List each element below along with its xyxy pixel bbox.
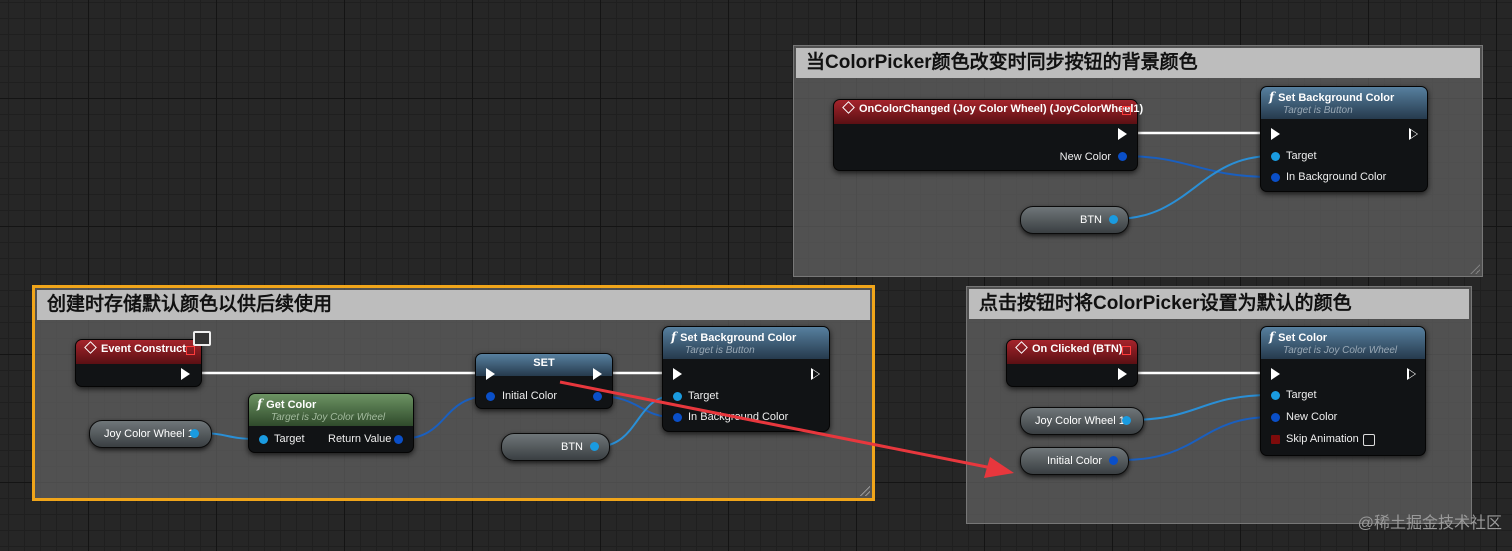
initial-color-pin[interactable] (486, 392, 495, 401)
event-icon (84, 341, 97, 354)
exec-in-pin[interactable] (1271, 128, 1280, 140)
new-color-label: New Color (1059, 151, 1111, 163)
background-color-label: In Background Color (1286, 171, 1387, 183)
target-label: Target (1286, 150, 1317, 162)
node-title: Set Background Color (1278, 92, 1395, 104)
exec-out-pin[interactable] (1118, 368, 1127, 380)
wheel-out-pin[interactable] (1122, 416, 1131, 425)
node-title: Get Color (266, 399, 317, 411)
resize-handle[interactable] (1470, 264, 1480, 274)
joy-color-wheel-variable-right[interactable]: Joy Color Wheel 1 (1020, 407, 1144, 435)
target-label: Target (688, 390, 719, 402)
background-color-pin[interactable] (1271, 173, 1280, 182)
initial-color-label: Initial Color (502, 390, 558, 402)
joy-color-wheel-variable-left[interactable]: Joy Color Wheel 1 (89, 420, 212, 448)
exec-out-pin[interactable] (593, 368, 602, 380)
initial-color-out-pin[interactable] (593, 392, 602, 401)
function-icon: f (257, 397, 263, 411)
return-value-label: Return Value (328, 433, 392, 445)
btn-out-pin[interactable] (1109, 215, 1118, 224)
node-subtitle: Target is Button (685, 345, 755, 356)
comment-title[interactable]: 点击按钮时将ColorPicker设置为默认的颜色 (969, 289, 1469, 319)
on-clicked-node[interactable]: On Clicked (BTN) (1006, 339, 1138, 387)
target-pin[interactable] (1271, 391, 1280, 400)
new-color-label: New Color (1286, 411, 1338, 423)
comment-title[interactable]: 创建时存储默认颜色以供后续使用 (37, 290, 870, 320)
comment-title[interactable]: 当ColorPicker颜色改变时同步按钮的背景颜色 (796, 48, 1480, 78)
skip-animation-label: Skip Animation (1286, 433, 1359, 445)
monitor-icon (193, 331, 211, 346)
node-title: SET (533, 357, 555, 369)
btn-out-pin[interactable] (590, 442, 599, 451)
variable-label: Joy Color Wheel 1 (104, 428, 194, 440)
delegate-pin[interactable] (186, 346, 195, 355)
node-subtitle: Target is Joy Color Wheel (1283, 345, 1398, 356)
initial-color-out-pin[interactable] (1109, 456, 1118, 465)
skip-animation-pin[interactable] (1271, 435, 1280, 444)
variable-label: BTN (561, 441, 583, 453)
target-label: Target (1286, 389, 1317, 401)
target-pin[interactable] (1271, 152, 1280, 161)
variable-label: Initial Color (1047, 455, 1103, 467)
function-icon: f (1269, 90, 1275, 104)
delegate-pin[interactable] (1122, 106, 1131, 115)
get-color-node[interactable]: f Get Color Target is Joy Color Wheel Targ… (248, 393, 414, 453)
exec-out-pin[interactable] (1407, 368, 1416, 380)
skip-animation-checkbox[interactable] (1363, 434, 1375, 446)
node-title: On Clicked (BTN) (1032, 343, 1123, 355)
event-icon (842, 101, 855, 114)
target-pin[interactable] (673, 392, 682, 401)
set-background-color-node-left[interactable]: f Set Background Color Target is Button Ta… (662, 326, 830, 432)
return-value-pin[interactable] (394, 435, 403, 444)
event-icon (1015, 341, 1028, 354)
new-color-pin[interactable] (1118, 152, 1127, 161)
btn-variable-top[interactable]: BTN (1020, 206, 1129, 234)
resize-handle[interactable] (860, 486, 870, 496)
set-background-color-node-top[interactable]: f Set Background Color Target is Button Ta… (1260, 86, 1428, 192)
exec-out-pin[interactable] (811, 368, 820, 380)
node-title: Set Color (1278, 332, 1328, 344)
exec-out-pin[interactable] (181, 368, 190, 380)
variable-label: Joy Color Wheel 1 (1035, 415, 1125, 427)
background-color-pin[interactable] (673, 413, 682, 422)
background-color-label: In Background Color (688, 411, 789, 423)
exec-in-pin[interactable] (486, 368, 495, 380)
initial-color-variable[interactable]: Initial Color (1020, 447, 1129, 475)
btn-variable-left[interactable]: BTN (501, 433, 610, 461)
node-subtitle: Target is Button (1283, 105, 1353, 116)
on-color-changed-node[interactable]: OnColorChanged (Joy Color Wheel) (JoyCol… (833, 99, 1143, 171)
delegate-pin[interactable] (1122, 346, 1131, 355)
exec-in-pin[interactable] (1271, 368, 1280, 380)
set-color-node[interactable]: f Set Color Target is Joy Color Wheel Targ… (1260, 326, 1426, 456)
set-variable-node[interactable]: SET Initial Color (475, 353, 613, 409)
target-pin[interactable] (259, 435, 268, 444)
new-color-pin[interactable] (1271, 413, 1280, 422)
function-icon: f (671, 330, 677, 344)
function-icon: f (1269, 330, 1275, 344)
node-title: OnColorChanged (Joy Color Wheel) (JoyCol… (859, 103, 1144, 115)
exec-out-pin[interactable] (1409, 128, 1418, 140)
exec-in-pin[interactable] (673, 368, 682, 380)
node-title: Set Background Color (680, 332, 797, 344)
target-label: Target (274, 433, 305, 445)
node-subtitle: Target is Joy Color Wheel (271, 412, 386, 423)
variable-label: BTN (1080, 214, 1102, 226)
event-construct-node[interactable]: Event Construct (75, 339, 202, 387)
exec-out-pin[interactable] (1118, 128, 1127, 140)
wheel-out-pin[interactable] (190, 429, 199, 438)
node-title: Event Construct (101, 343, 186, 355)
watermark: @稀土掘金技术社区 (1357, 515, 1502, 532)
